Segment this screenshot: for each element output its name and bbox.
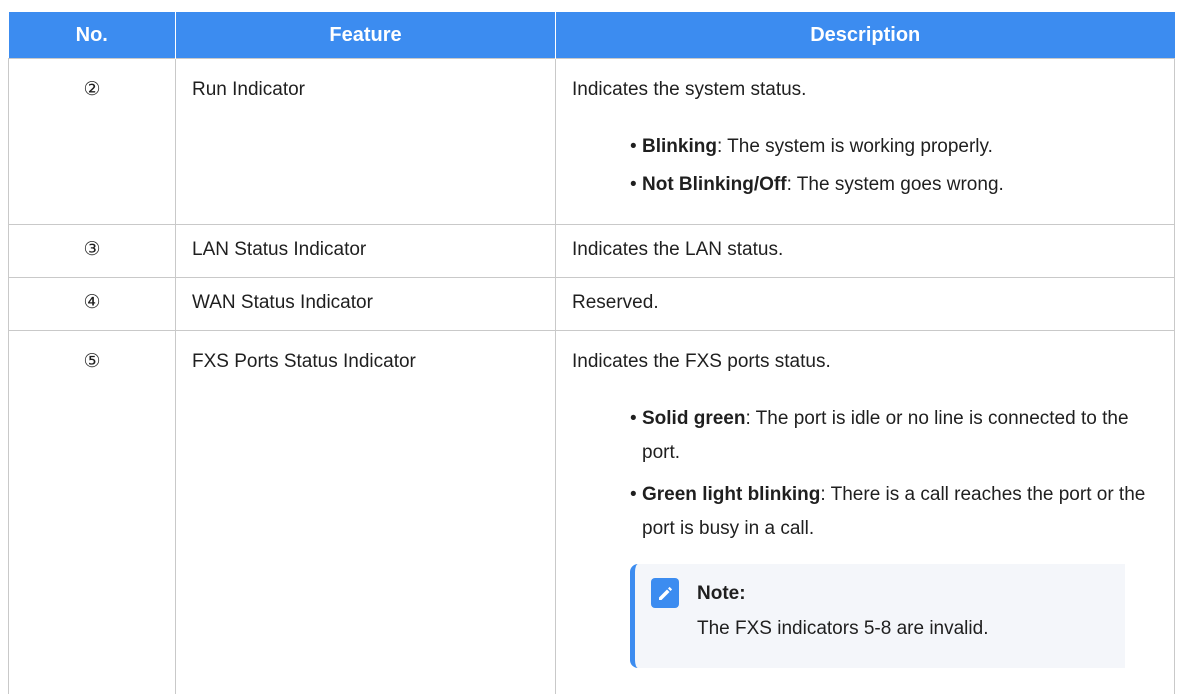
cell-no: ④ [8,277,176,331]
header-feature: Feature [175,12,556,59]
cell-no: ⑤ [8,330,176,694]
cell-no: ③ [8,224,176,278]
note-callout: Note: The FXS indicators 5-8 are invalid… [630,564,1125,668]
header-description: Description [555,12,1175,59]
cell-description: Reserved. [555,277,1175,331]
edit-note-icon [651,578,679,608]
cropped-heading [0,0,1182,12]
row-number: ④ [83,292,101,313]
list-item: Not Blinking/Off: The system goes wrong. [630,168,1158,202]
cell-feature: Run Indicator [175,58,556,225]
note-text: The FXS indicators 5-8 are invalid. [697,618,989,639]
list-item: Solid green: The port is idle or no line… [630,402,1158,470]
cell-feature: WAN Status Indicator [175,277,556,331]
table-row: ② Run Indicator Indicates the system sta… [8,58,1175,225]
list-item: Green light blinking: There is a call re… [630,478,1158,546]
header-no: No. [8,12,176,59]
cell-feature: FXS Ports Status Indicator [175,330,556,694]
cell-description: Indicates the system status. Blinking: T… [555,58,1175,225]
cell-no: ② [8,58,176,225]
bullet-term: Green light blinking [642,484,821,505]
bullet-term: Solid green [642,408,746,429]
bullet-term: Blinking [642,136,717,157]
note-title: Note: [697,583,746,604]
bullet-term: Not Blinking/Off [642,174,787,195]
feature-name: Run Indicator [192,79,306,100]
description-text: Indicates the LAN status. [572,239,784,260]
row-number: ⑤ [83,351,101,372]
row-number: ② [83,79,101,100]
indicator-table: No. Feature Description ② Run Indicator [8,12,1175,694]
cell-feature: LAN Status Indicator [175,224,556,278]
bullet-list: Solid green: The port is idle or no line… [572,402,1158,546]
cell-description: Indicates the LAN status. [555,224,1175,278]
bullet-text: : The system goes wrong. [786,174,1004,195]
feature-name: FXS Ports Status Indicator [192,351,416,372]
bullet-list: Blinking: The system is working properly… [572,130,1158,202]
cell-description: Indicates the FXS ports status. Solid gr… [555,330,1175,694]
bullet-text: : The system is working properly. [716,136,993,157]
list-item: Blinking: The system is working properly… [630,130,1158,164]
feature-name: LAN Status Indicator [192,239,367,260]
table-row: ④ WAN Status Indicator Reserved. [8,277,1175,331]
table-header-row: No. Feature Description [8,12,1175,59]
indicator-table-wrapper: No. Feature Description ② Run Indicator [8,12,1175,694]
document-page: No. Feature Description ② Run Indicator [0,0,1182,694]
description-text: Indicates the system status. [572,79,807,100]
feature-name: WAN Status Indicator [192,292,373,313]
description-text: Reserved. [572,292,659,313]
description-text: Indicates the FXS ports status. [572,351,831,372]
table-row: ⑤ FXS Ports Status Indicator Indicates t… [8,330,1175,694]
table-row: ③ LAN Status Indicator Indicates the LAN… [8,224,1175,278]
row-number: ③ [83,239,101,260]
